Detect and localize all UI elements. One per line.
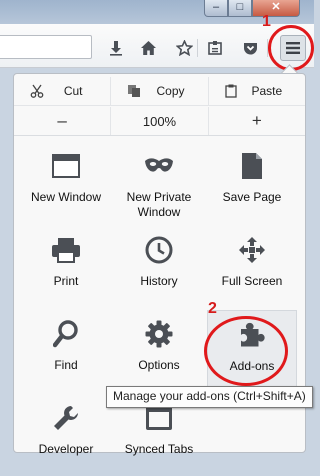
copy-icon	[128, 85, 141, 97]
close-window-button[interactable]: ✕	[252, 0, 300, 17]
print-label: Print	[53, 274, 79, 288]
magnifier-icon	[53, 320, 78, 348]
history-label: History	[140, 274, 178, 288]
add-ons-tooltip: Manage your add-ons (Ctrl+Shift+A)	[106, 386, 313, 408]
plus-icon: +	[251, 111, 262, 130]
print-item[interactable]: Print	[21, 226, 111, 308]
reading-list-icon[interactable]	[205, 38, 225, 58]
save-page-label: Save Page	[222, 190, 282, 204]
zoom-in-button[interactable]: +	[207, 107, 305, 135]
maximize-button[interactable]: □	[228, 0, 252, 17]
full-screen-label: Full Screen	[221, 274, 283, 288]
new-window-label: New Window	[30, 190, 102, 204]
url-bar[interactable]	[0, 35, 92, 59]
cut-label: Cut	[63, 84, 83, 98]
history-item[interactable]: History	[114, 226, 204, 308]
annotation-ring-add-ons	[204, 316, 288, 386]
find-item[interactable]: Find	[21, 310, 111, 392]
paste-button[interactable]: Paste	[207, 77, 305, 105]
copy-label: Copy	[156, 84, 185, 98]
home-icon[interactable]	[138, 38, 158, 58]
full-screen-icon	[239, 237, 265, 263]
wrench-icon	[54, 406, 78, 430]
navigation-toolbar	[0, 24, 314, 68]
synced-tabs-label: Synced Tabs	[124, 442, 194, 456]
annotation-step-2: 2	[208, 300, 217, 317]
copy-button[interactable]: Copy	[110, 77, 207, 105]
options-item[interactable]: Options	[114, 310, 204, 392]
clock-icon	[145, 236, 173, 264]
download-icon[interactable]	[106, 38, 126, 58]
save-page-icon	[242, 153, 262, 179]
new-window-item[interactable]: New Window	[21, 142, 111, 224]
annotation-ring-menu	[268, 25, 314, 71]
printer-icon	[52, 238, 80, 263]
annotation-step-1: 1	[262, 13, 271, 30]
minimize-button[interactable]: –	[204, 0, 228, 17]
developer-item[interactable]: Developer	[21, 394, 111, 476]
find-label: Find	[54, 358, 78, 372]
pocket-icon[interactable]	[240, 38, 260, 58]
new-private-window-item[interactable]: New Private Window	[114, 142, 204, 224]
minus-icon: –	[57, 111, 67, 130]
scissors-icon	[30, 84, 44, 98]
bookmark-star-icon[interactable]	[174, 38, 194, 58]
edit-controls-row: Cut Copy Paste	[14, 77, 305, 106]
paste-label: Paste	[251, 84, 283, 98]
private-mask-icon	[145, 158, 173, 172]
clipboard-icon	[225, 84, 237, 98]
zoom-reset-button[interactable]: 100%	[110, 107, 207, 135]
developer-label: Developer	[38, 442, 94, 456]
cut-button[interactable]: Cut	[14, 77, 110, 105]
zoom-out-button[interactable]: –	[14, 107, 110, 135]
new-window-icon	[52, 154, 80, 178]
toolbar-separator	[197, 39, 198, 57]
zoom-controls-row: – 100% +	[14, 107, 305, 136]
full-screen-item[interactable]: Full Screen	[207, 226, 297, 308]
new-private-window-label: New Private Window	[126, 190, 192, 219]
zoom-level: 100%	[142, 113, 177, 129]
save-page-item[interactable]: Save Page	[207, 142, 297, 224]
synced-tabs-icon	[146, 406, 172, 430]
options-label: Options	[138, 358, 180, 372]
gear-icon	[145, 320, 173, 348]
